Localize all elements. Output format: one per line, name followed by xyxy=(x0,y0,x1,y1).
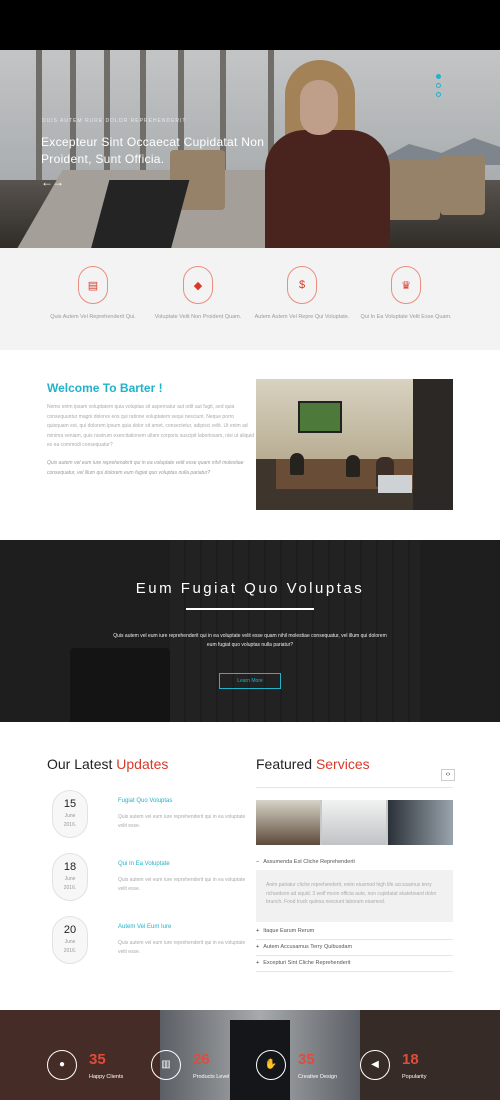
date-month: June xyxy=(64,939,76,945)
update-text: Quis autem vel eum iure reprehenderit qu… xyxy=(118,814,246,829)
date-year: 2016. xyxy=(63,948,77,954)
award-icon: ♛ xyxy=(391,266,421,304)
feature-label: Qui In Ea Voluptate Velit Esse Quam. xyxy=(360,314,452,320)
parallax-title: Eum Fugiat Quo Voluptas xyxy=(135,580,365,597)
dollar-icon: $ xyxy=(287,266,317,304)
megaphone-icon: ◀ xyxy=(360,1050,390,1080)
stat-value: 35 xyxy=(298,1051,315,1068)
slider-dot[interactable] xyxy=(436,74,441,79)
accordion-body: Anim pariatur cliche reprehenderit, enim… xyxy=(256,870,453,922)
plus-icon: + xyxy=(256,944,260,950)
feature-item[interactable]: ▤ Quis Autem Vel Reprehenderit Qui. xyxy=(43,266,143,323)
plus-icon: + xyxy=(256,928,260,934)
update-text: Quis autem vel eum iure reprehenderit qu… xyxy=(118,877,246,892)
carousel-arrows-icon[interactable]: ‹› xyxy=(441,769,455,781)
hero-title: Excepteur Sint Occaecat Cupidatat Non Pr… xyxy=(41,135,265,166)
services-title-b: Services xyxy=(315,756,370,772)
shield-icon: ◆ xyxy=(183,266,213,304)
services-title-a: Featured xyxy=(256,756,313,772)
feature-label: Autem Autem Vel Repre Qui Voluptate. xyxy=(254,314,350,320)
accordion-item-open[interactable]: − Assumenda Est Cliche Reprehenderit xyxy=(256,859,453,865)
parallax-text: Quis autem vel eum iure reprehenderit qu… xyxy=(113,633,387,648)
welcome-text: Nemo enim ipsam voluptatem quia voluptas… xyxy=(47,404,255,448)
stat-label: Creative Design xyxy=(298,1074,338,1080)
updates-title: Our Latest Updates xyxy=(47,756,168,772)
slider-dots xyxy=(436,74,441,101)
thumbs-up-icon: ✋ xyxy=(256,1050,286,1080)
services-images xyxy=(256,800,453,845)
accordion-item[interactable]: + Excepturi Sint Cliche Reprehenderit xyxy=(256,960,453,966)
welcome-title: Welcome To Barter ! xyxy=(47,381,163,395)
slider-dot[interactable] xyxy=(436,83,441,88)
accordion-item[interactable]: + Itaque Earum Rerum xyxy=(256,928,453,934)
learn-more-button[interactable]: Learn More xyxy=(219,673,281,689)
stats-section: ● 35 Happy Clients ▥ 26 Products Level ✋… xyxy=(0,1010,500,1100)
date-badge: 20 June 2016. xyxy=(52,916,88,964)
accordion-item[interactable]: + Autem Accusamus Terry Quibusdam xyxy=(256,944,453,950)
divider xyxy=(256,939,453,940)
hero-subtitle: DUIS AUTEM RURE DOLOR REPREHENDERIT xyxy=(42,118,187,124)
stat-item: ▥ 26 Products Level xyxy=(151,1050,256,1090)
feature-item[interactable]: ◆ Voluptate Velit Non Proident Quam. xyxy=(148,266,248,323)
date-badge: 18 June 2016. xyxy=(52,853,88,901)
user-icon: ● xyxy=(47,1050,77,1080)
feature-label: Voluptate Velit Non Proident Quam. xyxy=(154,314,242,320)
welcome-quote: Quis autem vel eum iure reprehenderit qu… xyxy=(47,460,244,476)
document-icon: ▤ xyxy=(78,266,108,304)
plus-icon: + xyxy=(256,960,260,966)
stat-item: ✋ 35 Creative Design xyxy=(256,1050,361,1090)
date-day: 20 xyxy=(63,924,77,936)
stat-label: Happy Clients xyxy=(89,1074,124,1080)
date-day: 18 xyxy=(63,861,77,873)
stat-item: ◀ 18 Popularity xyxy=(360,1050,465,1090)
updates-title-a: Our Latest xyxy=(47,756,113,772)
title-underline xyxy=(186,608,314,610)
features-section: ▤ Quis Autem Vel Reprehenderit Qui. ◆ Vo… xyxy=(0,248,500,350)
hero-arrow-icon[interactable]: ←→ xyxy=(41,175,64,189)
accordion-label: Autem Accusamus Terry Quibusdam xyxy=(263,944,353,950)
date-year: 2016. xyxy=(63,822,77,828)
stat-value: 18 xyxy=(402,1051,419,1068)
feature-item[interactable]: ♛ Qui In Ea Voluptate Velit Esse Quam. xyxy=(356,266,456,323)
date-day: 15 xyxy=(63,798,77,810)
accordion-label: Assumenda Est Cliche Reprehenderit xyxy=(263,859,355,865)
stat-item: ● 35 Happy Clients xyxy=(47,1050,152,1090)
update-title[interactable]: Qui In Ea Voluptate xyxy=(118,861,170,867)
accordion-label: Excepturi Sint Cliche Reprehenderit xyxy=(263,960,351,966)
stat-label: Products Level xyxy=(193,1074,230,1080)
minus-icon: − xyxy=(256,859,260,865)
slider-dot[interactable] xyxy=(436,92,441,97)
parallax-section: Eum Fugiat Quo Voluptas Quis autem vel e… xyxy=(0,540,500,722)
hero-slider: DUIS AUTEM RURE DOLOR REPREHENDERIT Exce… xyxy=(0,50,500,248)
update-text: Quis autem vel eum iure reprehenderit qu… xyxy=(118,940,246,955)
stat-value: 35 xyxy=(89,1051,106,1068)
divider xyxy=(256,955,453,956)
date-month: June xyxy=(64,876,76,882)
update-title[interactable]: Fugiat Quo Voluptas xyxy=(118,798,172,804)
update-title[interactable]: Autem Vel Eum Iure xyxy=(118,924,171,930)
services-title: Featured Services xyxy=(256,756,370,772)
date-badge: 15 June 2016. xyxy=(52,790,88,838)
divider xyxy=(256,971,453,972)
office-image xyxy=(256,379,453,510)
updates-title-b: Updates xyxy=(116,756,169,772)
top-bar xyxy=(0,0,500,50)
stat-value: 26 xyxy=(193,1051,210,1068)
divider xyxy=(256,787,453,788)
date-month: June xyxy=(64,813,76,819)
feature-item[interactable]: $ Autem Autem Vel Repre Qui Voluptate. xyxy=(252,266,352,323)
feature-label: Quis Autem Vel Reprehenderit Qui. xyxy=(50,314,136,320)
bar-chart-icon: ▥ xyxy=(151,1050,181,1080)
date-year: 2016. xyxy=(63,885,77,891)
stat-label: Popularity xyxy=(402,1074,427,1080)
accordion-label: Itaque Earum Rerum xyxy=(263,928,315,934)
